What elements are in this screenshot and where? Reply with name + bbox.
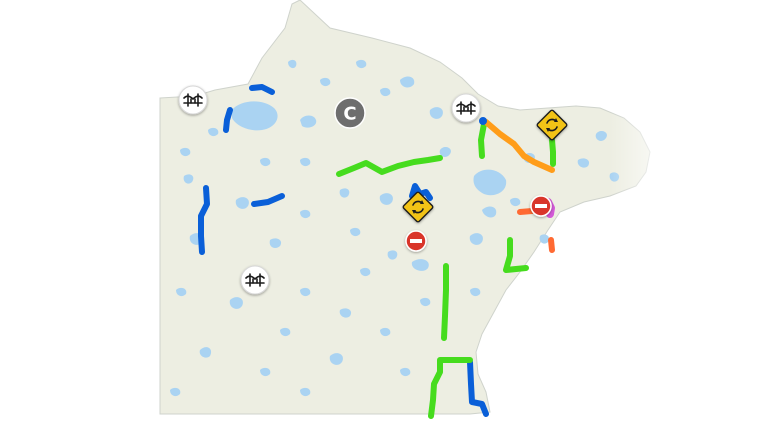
road-segment-green[interactable]	[441, 263, 449, 341]
bridge-icon[interactable]	[178, 85, 208, 115]
road-endpoint-dot	[479, 117, 487, 125]
map-canvas[interactable]: C	[0, 0, 760, 442]
map-view[interactable]: C	[0, 0, 760, 442]
road-closed-icon[interactable]	[530, 195, 552, 217]
category-c-label: C	[343, 104, 356, 125]
road-closed-icon[interactable]	[405, 230, 427, 252]
bridge-icon[interactable]	[240, 265, 270, 295]
road-segment-green[interactable]	[549, 137, 556, 167]
road-segment-red-orange[interactable]	[548, 237, 555, 253]
road-segment-red-orange[interactable]	[517, 208, 535, 215]
road-segment-green[interactable]	[478, 121, 487, 159]
category-c-icon[interactable]: C	[334, 97, 366, 129]
bridge-icon[interactable]	[451, 93, 481, 123]
